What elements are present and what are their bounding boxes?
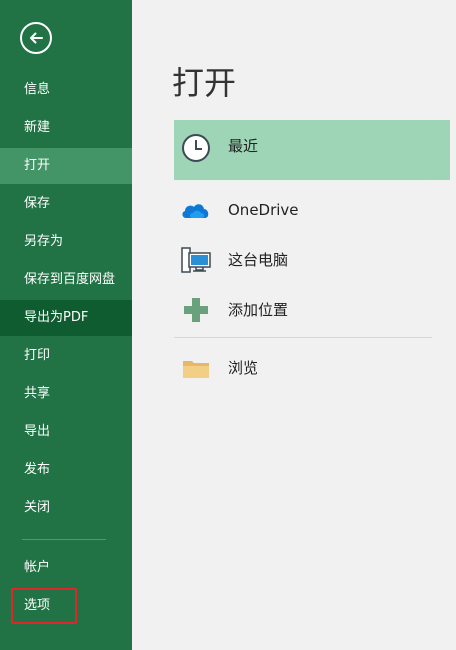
location-onedrive[interactable]: OneDrive: [174, 182, 450, 238]
back-button[interactable]: [20, 22, 52, 54]
sidebar-divider: [22, 539, 106, 540]
location-browse[interactable]: 浏览: [174, 340, 450, 396]
onedrive-cloud-icon: [182, 204, 209, 218]
nav-item-save-to-baidu[interactable]: 保存到百度网盘: [0, 262, 132, 298]
open-pane: 打开 最近 OneDrive 这台电脑 添加位置 浏览: [132, 0, 456, 650]
options-highlight-box: [11, 588, 77, 624]
nav-item-print[interactable]: 打印: [0, 338, 132, 374]
location-this-pc[interactable]: 这台电脑: [174, 232, 450, 288]
location-label: OneDrive: [228, 201, 299, 219]
location-label: 添加位置: [228, 301, 289, 319]
nav-item-info[interactable]: 信息: [0, 72, 132, 108]
nav-item-save-as[interactable]: 另存为: [0, 224, 132, 260]
locations-divider: [174, 337, 432, 338]
location-label: 最近: [228, 137, 259, 155]
nav-item-open[interactable]: 打开: [0, 148, 132, 184]
nav-item-publish[interactable]: 发布: [0, 452, 132, 488]
folder-icon: [183, 361, 209, 378]
nav-item-share[interactable]: 共享: [0, 376, 132, 412]
location-recent[interactable]: 最近: [174, 120, 450, 180]
location-label: 这台电脑: [228, 251, 289, 269]
page-title: 打开: [172, 64, 237, 102]
location-add-place[interactable]: 添加位置: [174, 282, 450, 338]
selected-underline: [176, 180, 430, 181]
nav-item-export[interactable]: 导出: [0, 414, 132, 450]
backstage-sidebar: 信息 新建 打开 保存 另存为 保存到百度网盘 导出为PDF 打印 共享 导出 …: [0, 0, 132, 650]
nav-item-account[interactable]: 帐户: [0, 550, 132, 586]
nav-item-export-pdf[interactable]: 导出为PDF: [0, 300, 132, 336]
nav-item-save[interactable]: 保存: [0, 186, 132, 222]
nav-item-close[interactable]: 关闭: [0, 490, 132, 526]
nav-item-new[interactable]: 新建: [0, 110, 132, 146]
location-label: 浏览: [228, 359, 259, 377]
clock-icon: [182, 134, 210, 162]
computer-icon: [181, 247, 211, 273]
back-arrow-icon: [30, 32, 43, 44]
plus-icon: [184, 298, 208, 322]
